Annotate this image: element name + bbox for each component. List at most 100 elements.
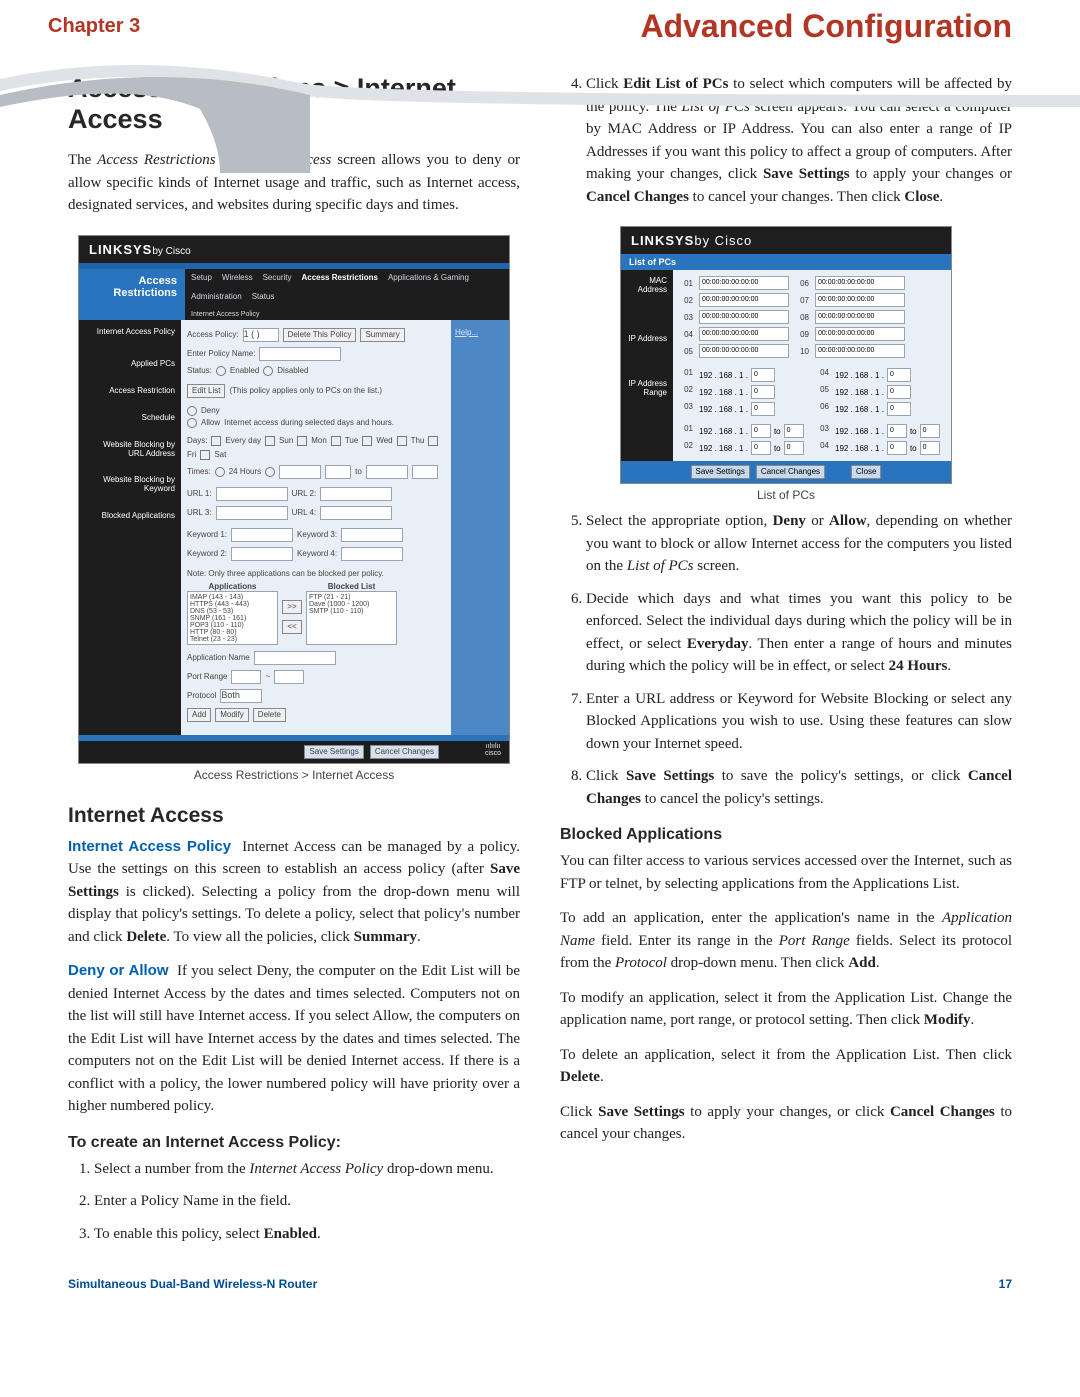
delete-policy-button[interactable]: Delete This Policy [283, 328, 357, 342]
mac-input[interactable]: 00:00:00:00:00:00 [815, 327, 905, 341]
time-range-radio[interactable] [265, 467, 275, 477]
create-steps-right-lower: Select the appropriate option, Deny or A… [560, 510, 1012, 810]
applications-header: Applications [187, 582, 278, 591]
blocked-list[interactable]: FTP (21 - 21) Dave (1000 - 1200) SMTP (1… [306, 591, 397, 645]
tab-status[interactable]: Status [252, 292, 275, 301]
page-header-title: Advanced Configuration [640, 8, 1012, 45]
move-left-button[interactable]: << [282, 620, 302, 634]
delete-button[interactable]: Delete [253, 708, 286, 722]
mac-input[interactable]: 00:00:00:00:00:00 [699, 327, 789, 341]
to-min[interactable] [412, 465, 438, 479]
kw4-input[interactable] [341, 547, 403, 561]
ip-input[interactable]: 0 [751, 385, 775, 399]
url1-input[interactable] [216, 487, 288, 501]
dow-thu[interactable] [397, 436, 407, 446]
from-hour[interactable] [279, 465, 321, 479]
cancel-changes-button[interactable]: Cancel Changes [370, 745, 439, 759]
port-from-input[interactable] [231, 670, 261, 684]
access-policy-label: Access Policy: [187, 330, 239, 339]
help-link[interactable]: Help... [455, 328, 478, 337]
range-from-input[interactable]: 0 [887, 441, 907, 455]
nav-tabs[interactable]: Setup Wireless Security Access Restricti… [185, 269, 509, 320]
deny-radio[interactable] [187, 406, 197, 416]
mac-input[interactable]: 00:00:00:00:00:00 [815, 293, 905, 307]
range-from-input[interactable]: 0 [751, 424, 771, 438]
to-hour[interactable] [366, 465, 408, 479]
range-to-input[interactable]: 0 [784, 441, 804, 455]
add-button[interactable]: Add [187, 708, 211, 722]
mac-input[interactable]: 00:00:00:00:00:00 [699, 310, 789, 324]
tab-wireless[interactable]: Wireless [222, 273, 253, 282]
save-settings-button[interactable]: Save Settings [304, 745, 363, 759]
range-to-input[interactable]: 0 [920, 424, 940, 438]
tab-administration[interactable]: Administration [191, 292, 242, 301]
ip-range-label: IP Address Range [627, 379, 667, 397]
ip-input[interactable]: 0 [887, 368, 911, 382]
footer-page-number: 17 [999, 1277, 1012, 1291]
mac-input[interactable]: 00:00:00:00:00:00 [815, 310, 905, 324]
dow-sun[interactable] [265, 436, 275, 446]
allow-radio[interactable] [187, 418, 197, 428]
mac-input[interactable]: 00:00:00:00:00:00 [699, 276, 789, 290]
dow-wed[interactable] [362, 436, 372, 446]
step-1: Select a number from the Internet Access… [94, 1158, 520, 1181]
range-to-input[interactable]: 0 [784, 424, 804, 438]
port-range-label: Port Range [187, 672, 227, 681]
cancel-changes-button[interactable]: Cancel Changes [756, 465, 825, 479]
status-enabled-radio[interactable] [216, 366, 226, 376]
ip-address-grid: 01192 . 168 . 1 .0 04192 . 168 . 1 .0 02… [679, 368, 945, 416]
deny-label: Deny [201, 406, 220, 415]
move-right-button[interactable]: >> [282, 600, 302, 614]
from-min[interactable] [325, 465, 351, 479]
app-name-input[interactable] [254, 651, 336, 665]
url2-input[interactable] [320, 487, 392, 501]
t24-radio[interactable] [215, 467, 225, 477]
url4-input[interactable] [320, 506, 392, 520]
summary-button[interactable]: Summary [360, 328, 404, 342]
dow-mon[interactable] [297, 436, 307, 446]
tab-access-restrictions[interactable]: Access Restrictions [301, 273, 377, 282]
policy-select[interactable]: 1 ( ) [243, 328, 279, 342]
kw1-input[interactable] [231, 528, 293, 542]
mac-input[interactable]: 00:00:00:00:00:00 [815, 344, 905, 358]
protocol-select[interactable]: Both [220, 689, 262, 703]
applications-list[interactable]: IMAP (143 - 143) HTTPS (443 - 443) DNS (… [187, 591, 278, 645]
tab-security[interactable]: Security [263, 273, 292, 282]
port-to-input[interactable] [274, 670, 304, 684]
range-to-input[interactable]: 0 [920, 441, 940, 455]
everyday-check[interactable] [211, 436, 221, 446]
ip-input[interactable]: 0 [751, 402, 775, 416]
side-label-applied-pcs: Applied PCs [85, 360, 175, 369]
side-label-access-restriction: Access Restriction [85, 387, 175, 396]
policy-name-input[interactable] [259, 347, 341, 361]
status-disabled-radio[interactable] [263, 366, 273, 376]
modify-button[interactable]: Modify [215, 708, 249, 722]
dow-tue[interactable] [331, 436, 341, 446]
to-create-heading: To create an Internet Access Policy: [68, 1134, 520, 1152]
range-from-input[interactable]: 0 [887, 424, 907, 438]
mac-input[interactable]: 00:00:00:00:00:00 [699, 344, 789, 358]
tab-apps-gaming[interactable]: Applications & Gaming [388, 273, 469, 282]
url3-input[interactable] [216, 506, 288, 520]
dow-sat[interactable] [200, 450, 210, 460]
ip-input[interactable]: 0 [887, 385, 911, 399]
kw3-label: Keyword 3: [297, 530, 337, 539]
dow-fri[interactable] [428, 436, 438, 446]
save-settings-button[interactable]: Save Settings [691, 465, 750, 479]
url1-label: URL 1: [187, 489, 212, 498]
mac-input[interactable]: 00:00:00:00:00:00 [699, 293, 789, 307]
edit-list-button[interactable]: Edit List [187, 384, 225, 398]
mac-input[interactable]: 00:00:00:00:00:00 [815, 276, 905, 290]
range-from-input[interactable]: 0 [751, 441, 771, 455]
thu-label: Thu [411, 436, 425, 445]
kw2-input[interactable] [231, 547, 293, 561]
subtab-internet-access-policy[interactable]: Internet Access Policy [191, 311, 503, 318]
days-label: Days: [187, 436, 207, 445]
side-label-iap: Internet Access Policy [85, 328, 175, 337]
ip-input[interactable]: 0 [887, 402, 911, 416]
kw3-input[interactable] [341, 528, 403, 542]
ip-input[interactable]: 0 [751, 368, 775, 382]
tab-setup[interactable]: Setup [191, 273, 212, 282]
kw2-label: Keyword 2: [187, 549, 227, 558]
close-button[interactable]: Close [851, 465, 881, 479]
